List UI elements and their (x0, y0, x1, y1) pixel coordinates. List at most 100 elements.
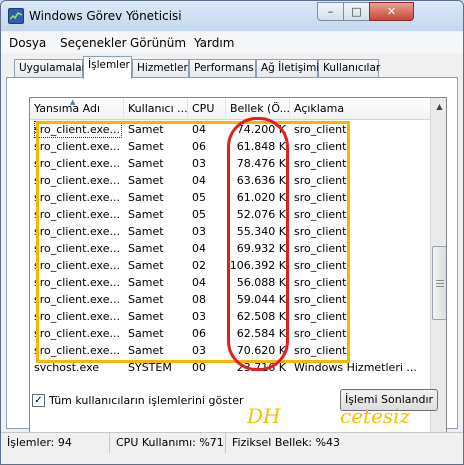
process-rows: sro_client.exe... Samet 04 74.200 K sro_clie… (30, 121, 430, 376)
cell-description: sro_client (294, 208, 347, 221)
tab-uygulamalar[interactable]: Uygulamalar (14, 59, 86, 78)
cell-memory: 56.088 K (236, 276, 286, 289)
cell-description: sro_client (294, 276, 347, 289)
cell-memory: 59.044 K (236, 293, 286, 306)
cell-name: sro_client.exe... (34, 174, 120, 187)
scroll-up-icon[interactable]: ▲ (432, 98, 446, 115)
maximize-button[interactable]: □ (343, 2, 370, 21)
cell-description: sro_client (294, 174, 347, 187)
minimize-button[interactable]: – (317, 2, 344, 21)
column-header-memory[interactable]: Bellek (Ö... (226, 98, 290, 120)
status-process-count: İşlemler: 94 (7, 436, 72, 449)
table-row[interactable]: sro_client.exe... Samet 04 56.088 K sro_clie… (30, 274, 430, 291)
cell-memory: 23.716 K (236, 361, 286, 374)
close-button[interactable]: ✕ (369, 2, 414, 21)
table-row[interactable]: sro_client.exe... Samet 02 106.392 K sro_cli… (30, 257, 430, 274)
cell-user: Samet (128, 208, 164, 221)
table-row[interactable]: sro_client.exe... Samet 06 62.584 K sro_clie… (30, 325, 430, 342)
cell-cpu: 06 (192, 140, 206, 153)
cell-name: sro_client.exe... (34, 344, 120, 357)
table-row[interactable]: sro_client.exe... Samet 03 70.620 K sro_clie… (30, 342, 430, 359)
tab-islemler[interactable]: İşlemler (83, 56, 132, 79)
cell-name: sro_client.exe... (34, 276, 120, 289)
table-row[interactable]: sro_client.exe... Samet 04 69.932 K sro_clie… (30, 240, 430, 257)
cell-name: sro_client.exe... (34, 191, 120, 204)
overlay-text-cetesiz: cetesiz (340, 404, 411, 428)
tab-performans[interactable]: Performans (189, 59, 256, 78)
cell-cpu: 04 (192, 174, 206, 187)
column-label-image-name: Yansıma Adı (34, 102, 101, 115)
menu-secenekler[interactable]: Seçenekler (60, 36, 127, 50)
cell-user: Samet (128, 174, 164, 187)
processes-panel: ▲ Yansıma Adı Kullanıcı ... CPU Bellek (… (6, 77, 458, 450)
menu-gorunum[interactable]: Görünüm (130, 36, 186, 50)
cell-memory: 55.340 K (236, 225, 286, 238)
cell-cpu: 04 (192, 276, 206, 289)
cell-memory: 61.020 K (236, 191, 286, 204)
cell-cpu: 00 (192, 361, 206, 374)
table-row[interactable]: sro_client.exe... Samet 03 62.508 K sro_clie… (30, 308, 430, 325)
cell-cpu: 06 (192, 327, 206, 340)
cell-cpu: 03 (192, 310, 206, 323)
cell-description: sro_client (294, 242, 347, 255)
tab-hizmetler[interactable]: Hizmetler (132, 59, 189, 78)
column-header-cpu[interactable]: CPU (188, 98, 226, 120)
tab-ag-iletisimi[interactable]: Ağ İletişimi (256, 59, 319, 78)
cell-name: sro_client.exe... (34, 310, 120, 323)
cell-memory: 52.076 K (236, 208, 286, 221)
cell-user: Samet (128, 242, 164, 255)
title-bar[interactable]: Windows Görev Yöneticisi – □ ✕ (1, 1, 463, 31)
cell-memory: 78.476 K (236, 157, 286, 170)
cell-user: SYSTEM (128, 361, 172, 374)
table-row[interactable]: sro_client.exe... Samet 04 63.636 K sro_clie… (30, 172, 430, 189)
overlay-text-dh: DH (247, 404, 281, 428)
table-row[interactable]: sro_client.exe... Samet 05 61.020 K sro_clie… (30, 189, 430, 206)
cell-user: Samet (128, 293, 164, 306)
cell-user: Samet (128, 310, 164, 323)
cell-description: sro_client (294, 140, 347, 153)
column-header-description[interactable]: Açıklama (290, 98, 430, 120)
menu-bar: Dosya Seçenekler Görünüm Yardım (1, 32, 463, 53)
cell-name: sro_client.exe... (34, 242, 120, 255)
cell-description: sro_client (294, 191, 347, 204)
menu-yardim[interactable]: Yardım (194, 36, 234, 50)
cell-user: Samet (128, 327, 164, 340)
show-all-users-checkbox[interactable]: ✓ (32, 394, 45, 407)
cell-cpu: 04 (192, 123, 206, 136)
table-row[interactable]: sro_client.exe... Samet 03 55.340 K sro_clie… (30, 223, 430, 240)
cell-memory: 63.636 K (236, 174, 286, 187)
cell-memory: 61.848 K (236, 140, 286, 153)
cell-name: sro_client.exe... (34, 121, 122, 138)
list-header: ▲ Yansıma Adı Kullanıcı ... CPU Bellek (… (30, 98, 430, 120)
cell-description: sro_client (294, 310, 347, 323)
table-row[interactable]: sro_client.exe... Samet 04 74.200 K sro_clie… (30, 121, 430, 138)
cell-description: sro_client (294, 157, 347, 170)
cell-cpu: 05 (192, 208, 206, 221)
cell-name: sro_client.exe... (34, 157, 120, 170)
table-row[interactable]: sro_client.exe... Samet 05 52.076 K sro_clie… (30, 206, 430, 223)
cell-name: sro_client.exe... (34, 293, 120, 306)
cell-description: sro_client (294, 259, 347, 272)
table-row[interactable]: sro_client.exe... Samet 03 78.476 K sro_clie… (30, 155, 430, 172)
column-header-user[interactable]: Kullanıcı ... (124, 98, 188, 120)
cell-user: Samet (128, 259, 164, 272)
cell-memory: 74.200 K (236, 123, 286, 136)
cell-cpu: 08 (192, 293, 206, 306)
cell-user: Samet (128, 140, 164, 153)
cell-description: Windows Hizmetleri ... (294, 361, 417, 374)
table-row[interactable]: sro_client.exe... Samet 08 59.044 K sro_clie… (30, 291, 430, 308)
sort-ascending-icon: ▲ (70, 98, 76, 106)
tab-kullanicilar[interactable]: Kullanıcılar (318, 59, 380, 78)
cell-user: Samet (128, 276, 164, 289)
scroll-thumb[interactable] (432, 246, 446, 320)
cell-name: sro_client.exe... (34, 140, 120, 153)
table-row[interactable]: svchost.exe SYSTEM 00 23.716 K Windows Hizme… (30, 359, 430, 376)
cell-name: sro_client.exe... (34, 208, 120, 221)
status-physical-memory: Fiziksel Bellek: %43 (232, 436, 341, 449)
menu-dosya[interactable]: Dosya (9, 36, 46, 50)
table-row[interactable]: sro_client.exe... Samet 06 61.848 K sro_clie… (30, 138, 430, 155)
cell-memory: 62.508 K (236, 310, 286, 323)
cell-name: sro_client.exe... (34, 259, 120, 272)
column-header-image-name[interactable]: ▲ Yansıma Adı (30, 98, 124, 120)
cell-name: sro_client.exe... (34, 327, 120, 340)
